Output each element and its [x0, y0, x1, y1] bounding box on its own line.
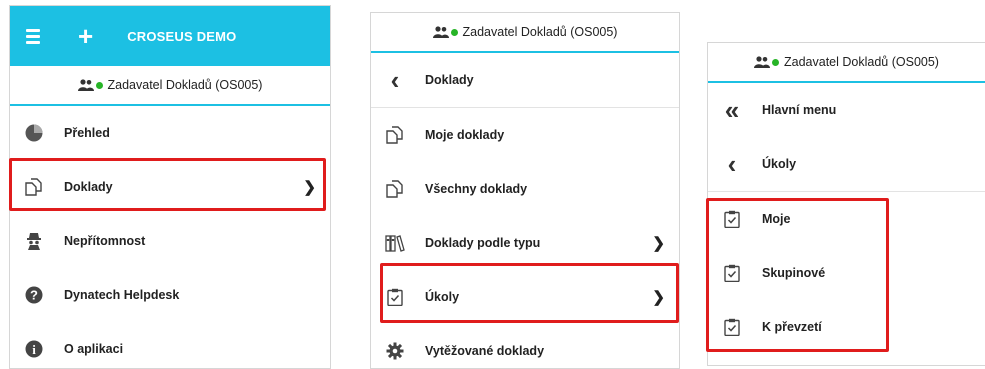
double-chevron-left-icon: « [724, 94, 740, 125]
clipboard-check-icon [722, 263, 742, 283]
menu-item-label: Moje [762, 212, 791, 226]
question-icon: ? [24, 285, 44, 305]
menu-item-label: Přehled [64, 126, 110, 140]
menu-item-moje-doklady[interactable]: Moje doklady [371, 108, 679, 162]
menu-item-label: Skupinové [762, 266, 826, 280]
svg-text:?: ? [30, 288, 38, 303]
ukoly-submenu-panel: Zadavatel Dokladů (OS005) « Hlavní menu … [707, 42, 985, 366]
clipboard-check-icon [385, 287, 405, 307]
svg-text:i: i [32, 342, 36, 357]
documents-icon [24, 177, 44, 197]
users-icon [77, 79, 94, 91]
user-status: Zadavatel Dokladů (OS005) [10, 66, 330, 106]
menu-item-label: Vytěžované doklady [425, 344, 545, 358]
back-button[interactable]: ‹ Úkoly [708, 137, 985, 192]
main-menu-button[interactable]: « Hlavní menu [708, 83, 985, 137]
app-title: CROSEUS DEMO [127, 28, 237, 44]
users-icon [754, 56, 771, 68]
users-icon [432, 26, 449, 38]
menu-item-label: K převzetí [762, 320, 822, 334]
menu-item-vytezovane-doklady[interactable]: Vytěžované doklady [371, 324, 679, 368]
documents-icon [385, 179, 405, 199]
app-header: + CROSEUS DEMO [10, 6, 330, 66]
plus-icon[interactable]: + [78, 23, 93, 49]
main-menu-label: Hlavní menu [762, 103, 837, 117]
user-label: Zadavatel Dokladů (OS005) [784, 55, 939, 69]
menu-item-label: Moje doklady [425, 128, 505, 142]
chevron-right-icon: ❯ [303, 179, 316, 196]
user-status: Zadavatel Dokladů (OS005) [371, 13, 679, 53]
clipboard-check-icon [722, 209, 742, 229]
menu-item-skupinove[interactable]: Skupinové [708, 246, 985, 300]
menu-item-helpdesk[interactable]: ? Dynatech Helpdesk [10, 268, 330, 322]
pie-chart-icon [24, 123, 44, 143]
menu-item-doklady[interactable]: Doklady ❯ [10, 160, 330, 214]
menu-item-label: Úkoly [425, 290, 460, 304]
documents-icon [385, 125, 405, 145]
back-button[interactable]: ‹ Doklady [371, 53, 679, 108]
hamburger-icon[interactable] [26, 28, 40, 44]
chevron-left-icon: ‹ [727, 148, 737, 179]
gear-icon [385, 341, 405, 361]
info-icon: i [24, 339, 44, 359]
menu-item-label: Doklady [64, 180, 113, 194]
main-menu-panel: + CROSEUS DEMO Zadavatel Dokladů (OS005)… [9, 5, 331, 369]
menu-item-label: Nepřítomnost [64, 234, 146, 248]
online-status-icon [95, 81, 103, 89]
spy-icon [24, 231, 44, 251]
menu-item-moje[interactable]: Moje [708, 192, 985, 246]
chevron-right-icon: ❯ [652, 235, 665, 252]
menu-item-vsechny-doklady[interactable]: Všechny doklady [371, 162, 679, 216]
doklady-submenu-panel: Zadavatel Dokladů (OS005) ‹ Doklady Moje… [370, 12, 680, 369]
menu-item-prehled[interactable]: Přehled [10, 106, 330, 160]
online-status-icon [772, 58, 780, 66]
menu-item-label: Dynatech Helpdesk [64, 288, 180, 302]
menu-item-nepritomnost[interactable]: Nepřítomnost [10, 214, 330, 268]
chevron-left-icon: ‹ [390, 64, 400, 95]
clipboard-check-icon [722, 317, 742, 337]
user-label: Zadavatel Dokladů (OS005) [107, 78, 263, 92]
menu-item-ukoly[interactable]: Úkoly ❯ [371, 270, 679, 324]
binders-icon [385, 233, 405, 253]
menu-item-doklady-podle-typu[interactable]: Doklady podle typu ❯ [371, 216, 679, 270]
user-label: Zadavatel Dokladů (OS005) [462, 25, 618, 39]
user-status: Zadavatel Dokladů (OS005) [708, 43, 985, 83]
menu-item-label: Všechny doklady [425, 182, 528, 196]
back-label: Doklady [425, 73, 474, 87]
menu-item-label: O aplikaci [64, 342, 124, 356]
menu-item-k-prevzeti[interactable]: K převzetí [708, 300, 985, 354]
chevron-right-icon: ❯ [652, 289, 665, 306]
menu-item-o-aplikaci[interactable]: i O aplikaci [10, 322, 330, 368]
back-label: Úkoly [762, 157, 797, 171]
online-status-icon [450, 28, 458, 36]
menu-item-label: Doklady podle typu [425, 236, 541, 250]
